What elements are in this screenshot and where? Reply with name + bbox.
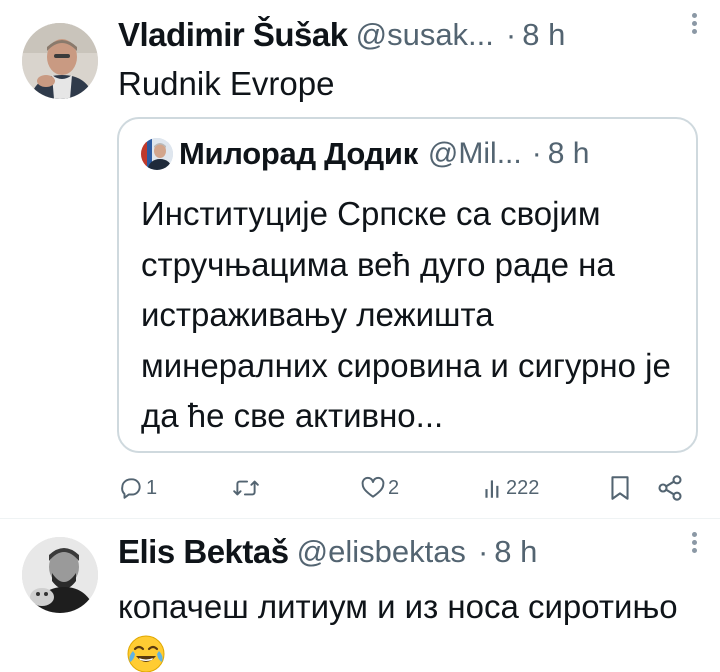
more-options-icon[interactable] [682,10,706,38]
quoted-timestamp: 8 h [547,137,590,170]
tweet-header: Vladimir Šušak @susak... · 8 h [118,16,700,60]
bookmark-button[interactable] [608,468,632,508]
quoted-avatar [141,138,173,170]
like-button[interactable]: 2 [360,468,399,508]
tweet[interactable]: Elis Bektaš @elisbektas · 8 h копачеш литиу… [0,519,720,672]
like-count: 2 [388,476,400,499]
views-chart-icon [485,480,499,498]
avatar[interactable] [22,23,98,99]
quoted-author-name: Милорад Додик [179,136,418,171]
avatar-photo-icon [22,23,98,99]
tweet-actions: 1 2 222 [0,468,720,508]
share-button[interactable] [656,468,684,508]
separator-dot: · [531,137,542,170]
avatar[interactable] [22,537,98,613]
retweet-icon [233,480,259,496]
retweet-button[interactable] [232,468,262,508]
avatar-photo-icon [22,537,98,613]
heart-icon [361,476,385,498]
face-with-tears-of-joy-icon [126,634,166,672]
share-icon [658,475,682,501]
timestamp[interactable]: 8 h [522,17,565,52]
reply-icon [121,478,141,499]
separator-dot: · [505,17,517,52]
tweet-header: Elis Bektaš @elisbektas · 8 h [118,533,700,577]
timestamp[interactable]: 8 h [494,534,537,569]
author-name[interactable]: Vladimir Šušak [118,16,348,53]
tweet-text-block: копачеш литиум и из носа сиротињо [118,583,678,672]
views-button[interactable]: 222 [482,468,539,508]
reply-button[interactable]: 1 [118,468,157,508]
quoted-avatar-photo-icon [141,138,173,170]
author-handle[interactable]: @susak... [356,17,494,52]
tweet[interactable]: Vladimir Šušak @susak... · 8 h Rudnik Evrop… [0,0,720,518]
tweet-text: Rudnik Evrope [118,65,335,102]
author-handle[interactable]: @elisbektas [297,534,466,569]
more-options-icon[interactable] [682,529,706,557]
quoted-author-handle: @Mil... [427,137,522,170]
quoted-tweet-text: Институције Српске са својим стручњацима… [141,195,671,434]
quoted-tweet[interactable]: Милорад Додик @Mil... · 8 h Институције Срп… [117,117,698,453]
tweet-text: копачеш литиум и из носа сиротињо [118,588,678,625]
quoted-tweet-header: Милорад Додик @Mil... · 8 h [141,136,589,176]
reply-count: 1 [146,476,158,499]
view-count: 222 [506,476,540,499]
separator-dot: · [477,534,489,569]
author-name[interactable]: Elis Bektaš [118,533,289,570]
bookmark-icon [611,476,629,500]
